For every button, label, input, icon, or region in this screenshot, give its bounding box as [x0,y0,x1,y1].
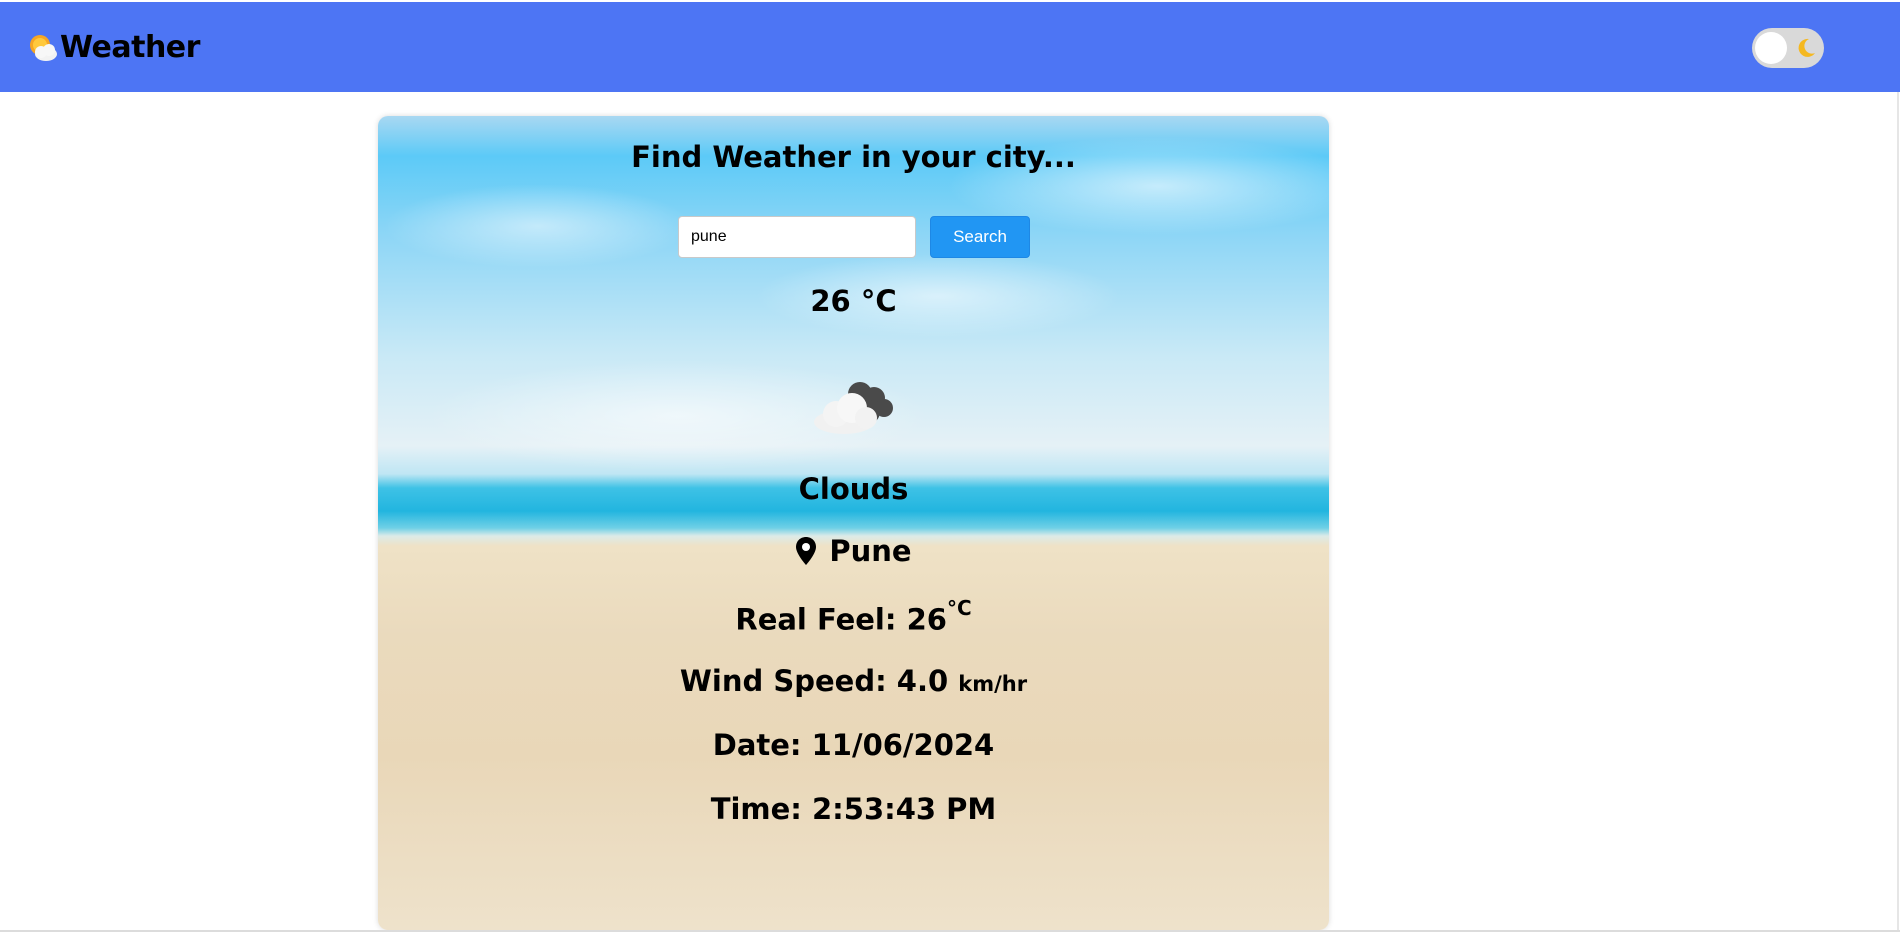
city-name: Pune [829,534,912,568]
weather-condition: Clouds [798,472,909,506]
navbar: Weather [0,2,1900,92]
real-feel-value: Real Feel: 26 [735,602,947,637]
location: Pune [378,534,1329,573]
real-feel: Real Feel: 26°C [378,596,1329,637]
wind-speed-value: Wind Speed: 4.0 [679,664,949,698]
app-title: Weather [60,30,200,65]
brand[interactable]: Weather [26,30,200,65]
card-heading: Find Weather in your city... [631,140,1076,174]
search-button[interactable]: Search [930,216,1030,258]
theme-toggle[interactable] [1752,28,1824,68]
moon-icon [1798,38,1815,57]
toggle-knob [1755,32,1787,64]
wind-speed: Wind Speed: 4.0 km/hr [378,664,1329,698]
real-feel-unit: °C [946,596,972,620]
map-pin-icon [796,537,817,565]
weather-card: Find Weather in your city... Search 26 °… [378,116,1329,930]
city-search-input[interactable] [678,216,916,258]
temperature: 26 °C [810,284,897,318]
clouds-icon [814,382,893,434]
time: Time: 2:53:43 PM [710,792,997,826]
page-scrollbar-edge [1897,92,1899,932]
sun-behind-cloud-icon [30,34,57,61]
date: Date: 11/06/2024 [712,728,995,762]
wind-speed-unit: km/hr [958,672,1028,696]
